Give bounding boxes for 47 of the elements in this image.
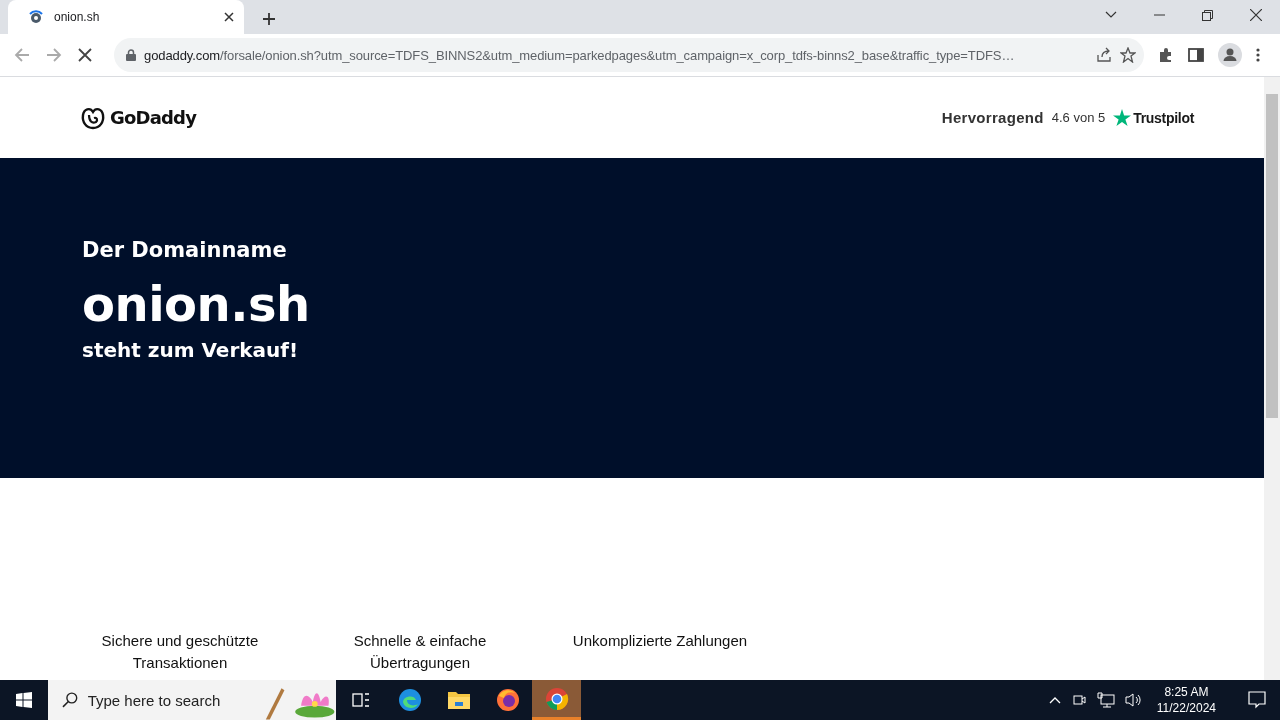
search-icon	[62, 692, 78, 708]
feature-text: Schnelle & einfache Übertragungen	[352, 631, 488, 673]
domain-name: onion.sh	[82, 276, 311, 332]
new-tab-icon[interactable]	[262, 12, 276, 26]
chrome-icon	[544, 686, 569, 711]
logo-text[interactable]: GoDaddy	[110, 107, 197, 128]
logo-icon	[80, 105, 106, 130]
hero-tagline: steht zum Verkauf!	[82, 338, 300, 362]
feature-text: Unkomplizierte Zahlungen	[571, 631, 749, 651]
stop-icon[interactable]	[78, 48, 92, 62]
browser-tab[interactable]: onion.sh	[8, 0, 244, 34]
puzzle-icon[interactable]	[1158, 47, 1174, 63]
edge-icon	[397, 688, 422, 712]
network-icon[interactable]	[1096, 692, 1115, 708]
star-icon	[1113, 108, 1132, 127]
chevron-up-icon[interactable]	[1048, 696, 1061, 704]
scroll-thumb[interactable]	[1266, 94, 1278, 418]
lock-icon	[126, 49, 136, 61]
clock[interactable]: 8:25 AM 11/22/2024	[1156, 684, 1216, 716]
globe-icon	[28, 9, 44, 25]
star-icon[interactable]	[1120, 47, 1136, 63]
search-field[interactable]: Type here to search	[87, 691, 248, 709]
rating-score: 4.6 von 5	[1051, 110, 1106, 125]
address-bar[interactable]: godaddy.com/forsale/onion.sh?utm_source=TDFS_BINNS2&utm_medium=parkedpages&utm_campaign=x_corp_tdfs-binns2_base&traffic_type=TDFS…	[114, 38, 1144, 72]
task-view-icon	[351, 692, 370, 708]
hero-eyebrow: Der Domainname	[82, 238, 288, 262]
notification-icon[interactable]	[1248, 691, 1266, 709]
windows-icon	[16, 692, 32, 708]
clock-date: 11/22/2024	[1156, 700, 1216, 716]
avatar-icon[interactable]	[1218, 43, 1242, 67]
firefox-icon	[495, 688, 520, 712]
folder-icon	[446, 690, 471, 710]
close-icon[interactable]	[224, 12, 234, 22]
close-icon[interactable]	[1250, 9, 1262, 21]
side-panel-icon[interactable]	[1188, 48, 1204, 62]
speaker-icon[interactable]	[1124, 692, 1143, 708]
chevron-down-icon[interactable]	[1105, 11, 1117, 19]
camera-icon[interactable]	[1070, 692, 1087, 708]
share-icon[interactable]	[1096, 47, 1112, 63]
rating-label: Hervorragend	[941, 109, 1044, 126]
clock-time: 8:25 AM	[1164, 684, 1209, 700]
restore-icon[interactable]	[1202, 9, 1213, 21]
trustpilot-logo[interactable]: Trustpilot	[1133, 109, 1194, 126]
feature-text: Sichere und geschützte Transaktionen	[100, 631, 260, 673]
search-bar[interactable]: Type here to search	[48, 680, 336, 720]
tab-title: onion.sh	[54, 10, 101, 24]
menu-icon[interactable]	[1256, 48, 1260, 62]
